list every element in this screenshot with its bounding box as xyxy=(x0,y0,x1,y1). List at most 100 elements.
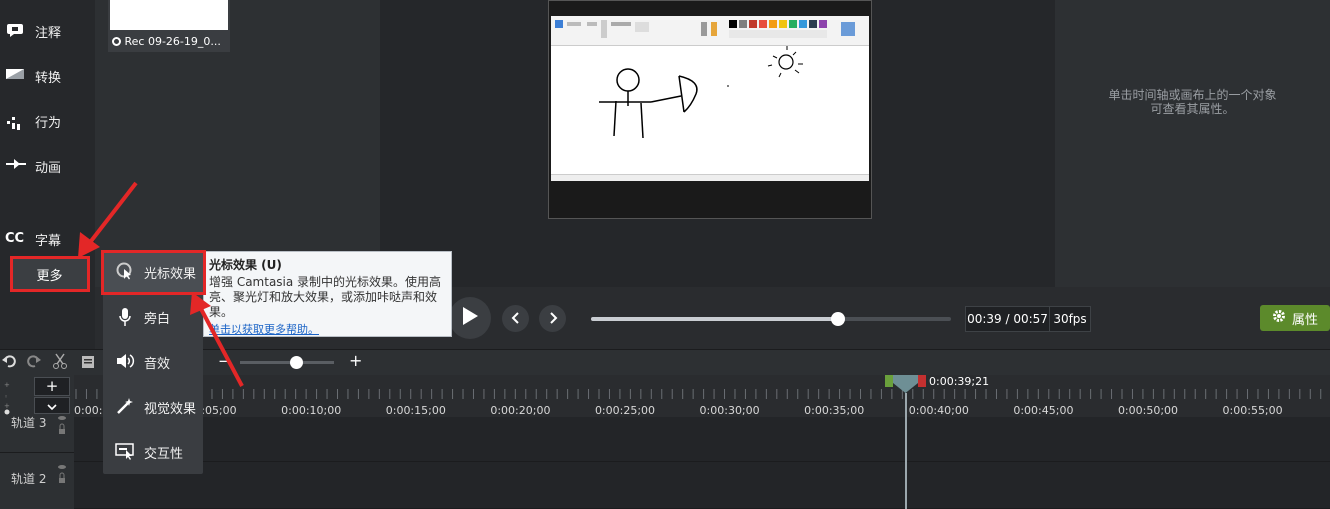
playhead-time: 0:00:39;21 xyxy=(929,375,990,388)
speaker-icon xyxy=(115,352,135,372)
tool-label: 动画 xyxy=(35,160,62,176)
tool-label: 行为 xyxy=(35,115,62,131)
zoom-slider[interactable] xyxy=(240,361,334,364)
hint-line: 可查看其属性。 xyxy=(1150,102,1235,116)
chevron-right-icon xyxy=(548,309,558,328)
tool-label: 转换 xyxy=(35,70,62,86)
ruler-label: 0:00:25;00 xyxy=(594,404,656,417)
behavior-icon xyxy=(6,113,26,130)
properties-hint: 单击时间轴或画布上的一个对象 可查看其属性。 xyxy=(1055,88,1330,116)
track-label-2: 轨道 2 xyxy=(11,472,47,486)
chevron-left-icon xyxy=(511,309,521,328)
menu-item-visual-effects[interactable]: 视觉效果 xyxy=(103,387,203,427)
properties-button-label: 属性 xyxy=(1291,312,1318,328)
tool-behaviors[interactable]: 行为 xyxy=(0,106,95,136)
zoom-slider-handle[interactable] xyxy=(290,356,303,369)
zoom-out-icon[interactable]: − xyxy=(218,352,231,370)
zoom-in-icon[interactable]: + xyxy=(349,351,362,370)
add-track-button[interactable]: + xyxy=(34,377,70,396)
next-button[interactable] xyxy=(539,305,566,332)
highlight-more-button xyxy=(10,256,90,292)
svg-text:+: + xyxy=(4,402,10,410)
clip-name-text: Rec 09-26-19_0... xyxy=(124,35,221,48)
time-display: 00:39 / 00:57 30fps xyxy=(965,306,1091,332)
track-2[interactable] xyxy=(74,462,1330,509)
captions-icon: CC xyxy=(5,231,25,246)
gear-icon xyxy=(1272,309,1286,327)
transition-icon xyxy=(6,68,26,84)
menu-item-audio-effects[interactable]: 音效 xyxy=(103,342,203,382)
previous-button[interactable] xyxy=(502,305,529,332)
ruler-label: 0:00:35;00 xyxy=(804,404,865,417)
time-readout: 00:39 / 00:57 xyxy=(966,307,1050,331)
playhead-handle[interactable] xyxy=(893,375,918,394)
track-options-button[interactable] xyxy=(34,397,70,414)
tool-label: 注释 xyxy=(35,25,62,41)
track-zoom-control[interactable]: + ◦ + xyxy=(3,379,10,415)
playhead-in-marker[interactable] xyxy=(885,375,893,387)
play-button[interactable] xyxy=(449,297,491,339)
media-clip[interactable]: Rec 09-26-19_0... xyxy=(108,0,230,52)
interactivity-icon xyxy=(115,442,135,462)
microphone-icon xyxy=(115,307,135,327)
ruler-label: 0:00:20;00 xyxy=(490,404,551,417)
animation-icon xyxy=(6,158,26,174)
fps-readout[interactable]: 30fps xyxy=(1050,312,1090,326)
track-label-3: 轨道 3 xyxy=(11,416,47,430)
timeline-ruler[interactable]: 0:00:00 0:00:05;00 0:00:10;00 0:00:15;00 0:0… xyxy=(74,375,1330,417)
ruler-label: 0:00:15;00 xyxy=(385,404,446,417)
record-icon xyxy=(112,37,121,46)
menu-item-label: 音效 xyxy=(144,356,171,372)
ruler-ticks xyxy=(75,389,1322,399)
playhead-line xyxy=(905,393,907,509)
ruler-label: 0:00:50;00 xyxy=(1117,404,1179,417)
tool-annotations[interactable]: 注释 xyxy=(0,16,95,46)
svg-text:◦: ◦ xyxy=(4,393,8,401)
tool-label: 字幕 xyxy=(35,233,62,249)
cut-icon[interactable] xyxy=(53,353,67,373)
tooltip-help-link[interactable]: 单击以获取更多帮助。 xyxy=(209,321,446,337)
tools-panel: 注释 转换 行为 动画 CC 字幕 更多 xyxy=(0,0,95,350)
annotation-icon xyxy=(6,23,26,39)
menu-item-label: 视觉效果 xyxy=(144,401,197,417)
svg-text:+: + xyxy=(4,381,10,389)
video-frame xyxy=(551,16,869,181)
track-lock-icon[interactable] xyxy=(57,464,67,486)
properties-button[interactable]: 属性 xyxy=(1260,305,1330,331)
undo-icon[interactable] xyxy=(2,353,16,372)
scrubber-handle[interactable] xyxy=(831,312,845,326)
clip-thumbnail xyxy=(110,0,228,30)
tool-captions[interactable]: CC 字幕 xyxy=(0,224,95,254)
redo-icon[interactable] xyxy=(27,353,41,372)
copy-icon[interactable] xyxy=(81,354,95,373)
plus-icon: + xyxy=(45,377,59,395)
cursor-effects-tooltip: 光标效果 (U) 增强 Camtasia 录制中的光标效果。使用高亮、聚光灯和放… xyxy=(203,251,452,337)
ruler-label: 0:00:30;00 xyxy=(699,404,760,417)
properties-panel: 单击时间轴或画布上的一个对象 可查看其属性。 xyxy=(1055,0,1330,287)
playhead-out-marker[interactable] xyxy=(918,375,926,387)
tooltip-body: 增强 Camtasia 录制中的光标效果。使用高亮、聚光灯和放大效果，或添加咔哒… xyxy=(209,275,442,319)
drawing xyxy=(599,46,803,139)
menu-item-voice-narration[interactable]: 旁白 xyxy=(103,297,203,337)
scrubber-progress xyxy=(591,317,838,321)
hint-line: 单击时间轴或画布上的一个对象 xyxy=(1108,88,1277,102)
track-3[interactable] xyxy=(74,417,1330,462)
paint-ribbon xyxy=(551,16,869,46)
ruler-label: 0:00:10;00 xyxy=(281,404,342,417)
menu-item-label: 旁白 xyxy=(144,311,171,327)
tooltip-title: 光标效果 (U) xyxy=(209,258,282,272)
menu-item-interactivity[interactable]: 交互性 xyxy=(103,432,203,472)
track-divider xyxy=(0,452,74,453)
tool-transitions[interactable]: 转换 xyxy=(0,61,95,91)
tool-animations[interactable]: 动画 xyxy=(0,151,95,181)
highlight-cursor-effects xyxy=(101,250,206,295)
track-lock-icon[interactable] xyxy=(57,415,67,437)
paint-statusbar xyxy=(551,174,869,181)
ruler-label: 0:00:40;00 xyxy=(908,404,969,417)
canvas-preview[interactable] xyxy=(548,0,872,219)
menu-item-label: 交互性 xyxy=(144,446,184,462)
play-icon xyxy=(461,306,479,330)
ruler-label: 0:00:45;00 xyxy=(1013,404,1074,417)
track-header-column: + ◦ + + 轨道 3 轨道 2 xyxy=(0,375,74,509)
magic-wand-icon xyxy=(115,397,135,417)
